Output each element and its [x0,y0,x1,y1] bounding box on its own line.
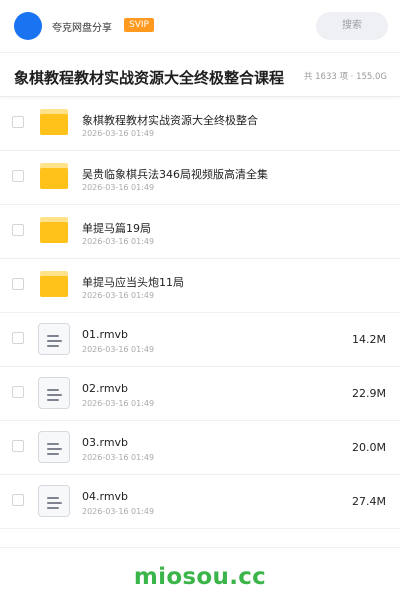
item-date: 2026-03-16 01:49 [82,345,155,354]
folder-row[interactable]: 象棋教程教材实战资源大全终极整合 2026-03-16 01:49 [0,97,400,151]
row-icon-wrap [38,161,72,195]
file-icon-line [47,394,62,396]
file-icon-line [47,497,59,499]
page-title: 象棋教程教材实战资源大全终极整合课程 [14,69,285,87]
folder-row[interactable]: 单提马应当头炮11局 2026-03-16 01:49 [0,259,400,313]
item-size: 14.2M [352,333,386,346]
item-date: 2026-03-16 01:49 [82,507,155,516]
file-icon-line [47,389,59,391]
folder-icon-body [40,114,68,135]
folder-icon-body [40,276,68,297]
folder-row[interactable]: 单提马篇19局 2026-03-16 01:49 [0,205,400,259]
folder-row[interactable]: 吴贵临象棋兵法346局视频版高清全集 2026-03-16 01:49 [0,151,400,205]
row-checkbox[interactable] [12,440,24,452]
row-icon-wrap [38,485,72,519]
item-date: 2026-03-16 01:49 [82,399,155,408]
item-name[interactable]: 01.rmvb [82,328,128,341]
folder-icon [40,217,68,243]
file-icon-line [47,507,59,509]
row-icon-wrap [38,269,72,303]
title-bar: 象棋教程教材实战资源大全终极整合课程 共 1633 项 · 155.0G [0,53,400,97]
file-row[interactable]: 01.rmvb 2026-03-16 01:49 14.2M [0,313,400,367]
row-checkbox[interactable] [12,116,24,128]
file-icon-line [47,448,62,450]
file-row[interactable]: 04.rmvb 2026-03-16 01:49 27.4M [0,475,400,529]
item-name[interactable]: 单提马篇19局 [82,220,151,236]
row-checkbox[interactable] [12,332,24,344]
item-size: 27.4M [352,495,386,508]
file-icon-line [47,335,59,337]
folder-icon-body [40,222,68,243]
file-icon [38,323,70,355]
row-checkbox[interactable] [12,278,24,290]
item-size: 22.9M [352,387,386,400]
file-icon [38,377,70,409]
folder-icon-body [40,168,68,189]
share-header: 夸克网盘分享 SVIP 搜索 [0,0,400,52]
item-name[interactable]: 单提马应当头炮11局 [82,274,184,290]
search-button[interactable]: 搜索 [316,12,388,40]
item-name[interactable]: 02.rmvb [82,382,128,395]
item-name[interactable]: 象棋教程教材实战资源大全终极整合 [82,112,258,128]
file-icon [38,431,70,463]
file-icon [38,485,70,517]
file-icon-line [47,345,59,347]
file-icon-line [47,340,62,342]
avatar[interactable] [14,12,42,40]
row-checkbox[interactable] [12,386,24,398]
row-checkbox[interactable] [12,494,24,506]
row-checkbox[interactable] [12,170,24,182]
file-list: 象棋教程教材实战资源大全终极整合 2026-03-16 01:49 吴贵临象棋兵法3… [0,97,400,529]
file-icon-line [47,502,62,504]
item-count-size: 共 1633 项 · 155.0G [303,72,387,82]
item-date: 2026-03-16 01:49 [82,129,155,138]
row-icon-wrap [38,107,72,141]
file-icon-line [47,443,59,445]
item-name[interactable]: 04.rmvb [82,490,128,503]
svip-badge: SVIP [124,18,154,32]
file-icon-line [47,453,59,455]
item-date: 2026-03-16 01:49 [82,183,155,192]
item-size: 20.0M [352,441,386,454]
footer-divider [0,547,400,548]
row-icon-wrap [38,431,72,465]
row-checkbox[interactable] [12,224,24,236]
item-date: 2026-03-16 01:49 [82,453,155,462]
item-date: 2026-03-16 01:49 [82,291,155,300]
share-owner-name: 夸克网盘分享 [52,23,112,34]
folder-icon [40,271,68,297]
file-row[interactable]: 03.rmvb 2026-03-16 01:49 20.0M [0,421,400,475]
file-icon-line [47,399,59,401]
folder-icon [40,163,68,189]
item-date: 2026-03-16 01:49 [82,237,155,246]
row-icon-wrap [38,215,72,249]
folder-icon [40,109,68,135]
item-name[interactable]: 03.rmvb [82,436,128,449]
file-row[interactable]: 02.rmvb 2026-03-16 01:49 22.9M [0,367,400,421]
row-icon-wrap [38,323,72,357]
row-icon-wrap [38,377,72,411]
item-name[interactable]: 吴贵临象棋兵法346局视频版高清全集 [82,166,268,182]
watermark: miosou.cc [133,564,267,590]
